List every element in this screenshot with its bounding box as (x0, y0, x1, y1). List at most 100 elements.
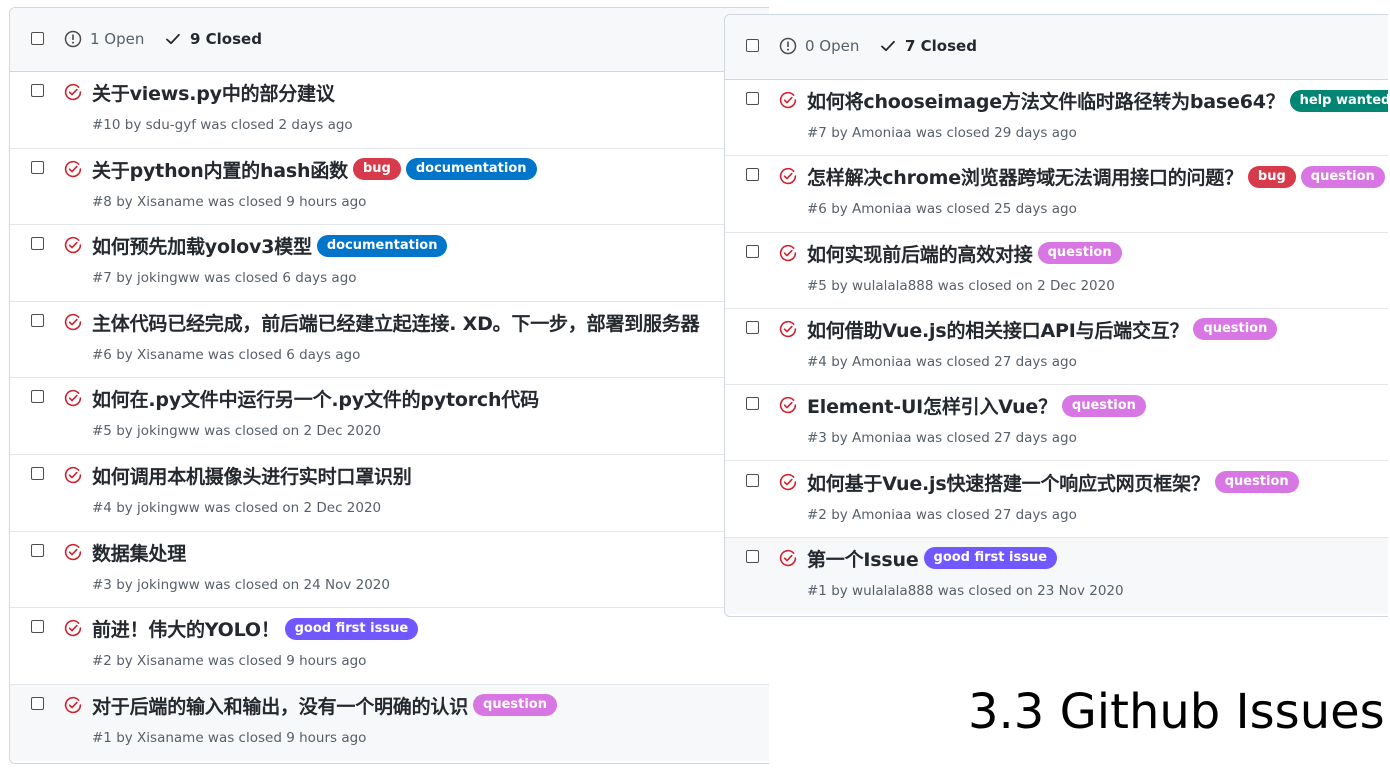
issue-row[interactable]: 如何在.py文件中运行另一个.py文件的pytorch代码 #5 by jokin… (10, 378, 769, 455)
issue-closed-icon (64, 620, 82, 637)
open-issues-filter[interactable]: 1 Open (64, 30, 144, 48)
issue-label[interactable]: bug (352, 158, 401, 181)
issue-meta: #1 by wulalala888 was closed on 23 Nov 2… (807, 582, 1124, 599)
issue-checkbox[interactable] (31, 237, 44, 251)
closed-count-label: 7 Closed (905, 37, 977, 55)
issue-title-link[interactable]: 前进！伟大的YOLO！ (92, 615, 280, 642)
closed-count-label: 9 Closed (190, 30, 262, 48)
issue-label[interactable]: question (1061, 394, 1146, 417)
issue-title-link[interactable]: 主体代码已经完成，前后端已经建立起连接. XD。下一步，部署到服务器 (92, 309, 700, 336)
issue-label[interactable]: question (1214, 471, 1299, 493)
issue-label[interactable]: question (1193, 318, 1278, 341)
issue-label[interactable]: question (1300, 165, 1385, 188)
issue-title-link[interactable]: 如何调用本机摄像头进行实时口罩识别 (92, 462, 412, 489)
issue-meta: #2 by Amoniaa was closed 27 days ago (807, 506, 1077, 523)
select-all-checkbox[interactable] (31, 32, 44, 45)
issue-closed-icon (64, 313, 82, 330)
issue-checkbox[interactable] (31, 160, 44, 174)
issue-checkbox[interactable] (31, 620, 44, 634)
issue-label[interactable]: bug (1247, 165, 1296, 188)
slide-caption: 3.3 Github Issues (968, 684, 1385, 740)
issues-list-header: 1 Open 9 Closed (10, 8, 769, 72)
issue-closed-icon (779, 397, 797, 414)
issue-checkbox[interactable] (746, 473, 759, 487)
issue-closed-icon (779, 320, 797, 338)
issue-checkbox[interactable] (746, 549, 759, 563)
issue-title-link[interactable]: 如何借助Vue.js的相关接口API与后端交互？ (807, 316, 1189, 343)
issue-label[interactable]: documentation (316, 234, 448, 257)
issue-meta: #8 by Xisaname was closed 9 hours ago (92, 193, 367, 210)
issue-checkbox[interactable] (31, 84, 44, 97)
issue-closed-icon (64, 160, 82, 177)
issue-title-link[interactable]: 关于python内置的hash函数 (92, 156, 348, 183)
issue-label[interactable]: documentation (405, 158, 537, 181)
issue-title-line: 对于后端的输入和输出，没有一个明确的认识 question (92, 692, 557, 719)
issue-title-line: 如何调用本机摄像头进行实时口罩识别 (92, 462, 412, 489)
issue-title-link[interactable]: 如何基于Vue.js快速搭建一个响应式网页框架？ (807, 469, 1210, 496)
issue-row[interactable]: 如何基于Vue.js快速搭建一个响应式网页框架？ question #2 by Am… (725, 462, 1388, 538)
issue-label[interactable]: good first issue (923, 547, 1058, 570)
issue-row[interactable]: 怎样解决chrome浏览器跨域无法调用接口的问题？ bug question #6 b… (725, 156, 1388, 233)
issue-checkbox[interactable] (31, 696, 44, 710)
issue-checkbox[interactable] (31, 390, 44, 404)
issue-title-link[interactable]: 如何实现前后端的高效对接 (807, 240, 1033, 267)
issue-title-line: 前进！伟大的YOLO！ good first issue (92, 615, 419, 642)
issue-title-link[interactable]: 怎样解决chrome浏览器跨域无法调用接口的问题？ (807, 163, 1243, 190)
issue-row[interactable]: 主体代码已经完成，前后端已经建立起连接. XD。下一步，部署到服务器 #6 by … (10, 302, 769, 379)
issue-checkbox[interactable] (31, 313, 44, 327)
issue-checkbox[interactable] (746, 92, 759, 105)
issue-checkbox[interactable] (746, 244, 759, 258)
issue-title-link[interactable]: 数据集处理 (92, 539, 186, 566)
issue-checkbox[interactable] (746, 397, 759, 411)
issue-title-link[interactable]: 对于后端的输入和输出，没有一个明确的认识 (92, 692, 468, 719)
issue-checkbox[interactable] (746, 320, 759, 334)
issue-meta: #7 by jokingww was closed 6 days ago (92, 270, 357, 287)
issue-title-line: Element-UI怎样引入Vue？ question (807, 392, 1146, 419)
issue-row[interactable]: 如何调用本机摄像头进行实时口罩识别 #4 by jokingww was clos… (10, 455, 769, 532)
issue-opened-icon (64, 30, 82, 48)
issue-label[interactable]: help wanted (1289, 89, 1388, 112)
issue-meta: #3 by Amoniaa was closed 27 days ago (807, 430, 1077, 447)
issue-closed-icon (779, 91, 797, 109)
issue-title-link[interactable]: 第一个Issue (807, 545, 919, 572)
issue-closed-icon (64, 237, 82, 254)
closed-issues-list-right: 0 Open 7 Closed 如何将chooseimage方法文件临时路径转为… (724, 14, 1388, 617)
issue-title-line: 第一个Issue good first issue (807, 545, 1058, 572)
issue-title-link[interactable]: 关于views.py中的部分建议 (92, 79, 335, 106)
issue-meta: #7 by Amoniaa was closed 29 days ago (807, 125, 1077, 141)
closed-issues-filter[interactable]: 7 Closed (879, 37, 977, 55)
closed-issues-filter[interactable]: 9 Closed (164, 30, 262, 48)
issue-label[interactable]: good first issue (284, 617, 419, 640)
issue-row[interactable]: 如何实现前后端的高效对接 question #5 by wulalala888 wa… (725, 233, 1388, 309)
issue-meta: #2 by Xisaname was closed 9 hours ago (92, 653, 367, 670)
select-all-checkbox[interactable] (746, 39, 759, 52)
issue-row[interactable]: Element-UI怎样引入Vue？ question #3 by Amoniaa … (725, 385, 1388, 462)
issue-meta: #4 by jokingww was closed on 2 Dec 2020 (92, 500, 382, 516)
issue-title-link[interactable]: 如何在.py文件中运行另一个.py文件的pytorch代码 (92, 385, 539, 412)
issue-checkbox[interactable] (31, 543, 44, 557)
issue-checkbox[interactable] (746, 168, 759, 182)
issue-title-line: 主体代码已经完成，前后端已经建立起连接. XD。下一步，部署到服务器 (92, 309, 700, 336)
issue-row[interactable]: 如何将chooseimage方法文件临时路径转为base64？ help want… (725, 80, 1388, 157)
open-issues-filter[interactable]: 0 Open (779, 37, 859, 55)
issue-closed-icon (779, 244, 797, 261)
issue-meta: #6 by Amoniaa was closed 25 days ago (807, 201, 1077, 218)
issue-label[interactable]: question (1037, 242, 1122, 265)
issue-title-line: 数据集处理 (92, 539, 186, 566)
issue-row[interactable]: 关于python内置的hash函数 bug documentation #8 by X… (10, 149, 769, 226)
issue-meta: #1 by Xisaname was closed 9 hours ago (92, 729, 367, 746)
issue-checkbox[interactable] (31, 467, 44, 480)
issue-row[interactable]: 第一个Issue good first issue #1 by wulalala88… (725, 537, 1388, 615)
issue-title-link[interactable]: 如何将chooseimage方法文件临时路径转为base64？ (807, 87, 1285, 114)
issue-title-link[interactable]: Element-UI怎样引入Vue？ (807, 392, 1057, 419)
issue-closed-icon (779, 168, 797, 185)
issue-title-link[interactable]: 如何预先加载yolov3模型 (92, 232, 312, 259)
issue-row[interactable]: 如何借助Vue.js的相关接口API与后端交互？ question #4 by Am… (725, 309, 1388, 386)
issue-row[interactable]: 关于views.py中的部分建议 #10 by sdu-gyf was close… (10, 72, 769, 149)
issue-label[interactable]: question (473, 694, 557, 717)
issue-title-line: 关于python内置的hash函数 bug documentation (92, 156, 537, 183)
issue-row[interactable]: 对于后端的输入和输出，没有一个明确的认识 question #1 by Xisana… (10, 684, 769, 762)
issue-row[interactable]: 前进！伟大的YOLO！ good first issue #2 by Xisanam… (10, 608, 769, 685)
issue-row[interactable]: 如何预先加载yolov3模型 documentation #7 by jokingw… (10, 225, 769, 302)
issue-row[interactable]: 数据集处理 #3 by jokingww was closed on 24 Nov… (10, 532, 769, 609)
